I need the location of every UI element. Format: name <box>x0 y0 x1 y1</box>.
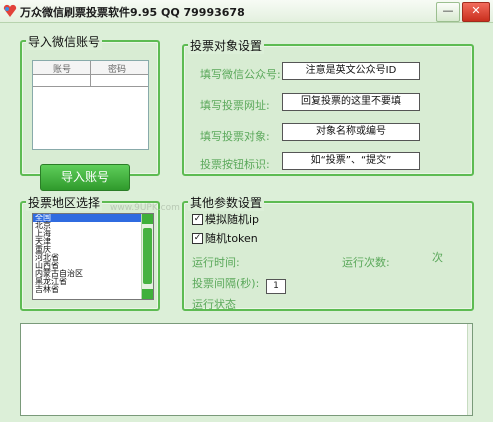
accounts-table[interactable]: 账号 密码 <box>32 60 149 150</box>
table-row[interactable] <box>33 74 148 87</box>
watermark-text: www.9UPK.com <box>110 203 180 213</box>
vote-target-input[interactable]: 对象名称或编号 <box>282 123 420 141</box>
vote-target-panel-title: 投票对象设置 <box>188 37 265 54</box>
wechat-account-label: 填写微信公众号: <box>200 68 281 81</box>
other-settings-panel: 其他参数设置 ✓ 模拟随机ip ✓ 随机token 运行时间: 运行次数: 次 投票… <box>182 194 474 311</box>
list-item[interactable]: 天津 <box>33 238 153 246</box>
list-item[interactable]: 北京 <box>33 222 153 230</box>
list-item[interactable]: 吉林省 <box>33 286 153 294</box>
log-scrollbar[interactable] <box>467 324 472 415</box>
region-scrollbar[interactable] <box>141 214 153 299</box>
vote-url-input[interactable]: 回复投票的这里不要填 <box>282 93 420 111</box>
app-logo-icon <box>3 4 17 17</box>
vote-interval-label: 投票间隔(秒): <box>192 277 260 290</box>
simulate-ip-checkbox[interactable]: ✓ 模拟随机ip <box>192 211 259 227</box>
run-count-unit: 次 <box>432 251 443 264</box>
vote-target-label: 填写投票对象: <box>200 130 270 143</box>
accounts-panel-title: 导入微信账号 <box>26 33 103 50</box>
run-status-label: 运行状态 <box>192 298 236 311</box>
wechat-account-input[interactable]: 注意是英文公众号ID <box>282 62 420 80</box>
list-item[interactable]: 上海 <box>33 230 153 238</box>
vote-button-label: 投票按钮标识: <box>200 158 270 171</box>
checkbox-checked-icon[interactable]: ✓ <box>192 232 203 244</box>
random-token-label: 随机token <box>205 232 258 245</box>
run-count-label: 运行次数: <box>342 256 390 269</box>
scrollbar-thumb[interactable] <box>143 228 152 284</box>
random-token-checkbox[interactable]: ✓ 随机token <box>192 230 258 246</box>
checkbox-checked-icon[interactable]: ✓ <box>192 213 203 225</box>
title-bar: 万众微信刷票投票软件9.95 QQ 79993678 — ✕ <box>0 0 493 23</box>
close-button[interactable]: ✕ <box>462 2 490 22</box>
log-textarea[interactable] <box>20 323 473 416</box>
vote-button-input[interactable]: 如“投票”、“提交” <box>282 152 420 170</box>
vote-url-label: 填写投票网址: <box>200 99 270 112</box>
accounts-panel: 导入微信账号 账号 密码 导入账号 <box>20 33 160 191</box>
window-title: 万众微信刷票投票软件9.95 QQ 79993678 <box>20 6 245 19</box>
other-settings-panel-title: 其他参数设置 <box>188 194 265 211</box>
run-time-label: 运行时间: <box>192 256 240 269</box>
minimize-button[interactable]: — <box>436 2 460 22</box>
vote-interval-input[interactable]: 1 <box>266 279 286 294</box>
scroll-down-arrow-icon[interactable] <box>142 289 153 299</box>
region-panel: 投票地区选择 全国 北京 上海 天津 重庆 河北省 山西省 内蒙古自治区 黑龙江… <box>20 194 160 311</box>
scroll-up-arrow-icon[interactable] <box>142 214 153 224</box>
import-accounts-button[interactable]: 导入账号 <box>40 164 130 191</box>
region-panel-title: 投票地区选择 <box>26 194 103 211</box>
region-item-selected[interactable]: 全国 <box>33 214 153 222</box>
simulate-ip-label: 模拟随机ip <box>205 213 260 226</box>
region-list[interactable]: 全国 北京 上海 天津 重庆 河北省 山西省 内蒙古自治区 黑龙江省 吉林省 <box>32 213 154 300</box>
vote-target-panel: 投票对象设置 填写微信公众号: 注意是英文公众号ID 填写投票网址: 回复投票的… <box>182 37 474 176</box>
